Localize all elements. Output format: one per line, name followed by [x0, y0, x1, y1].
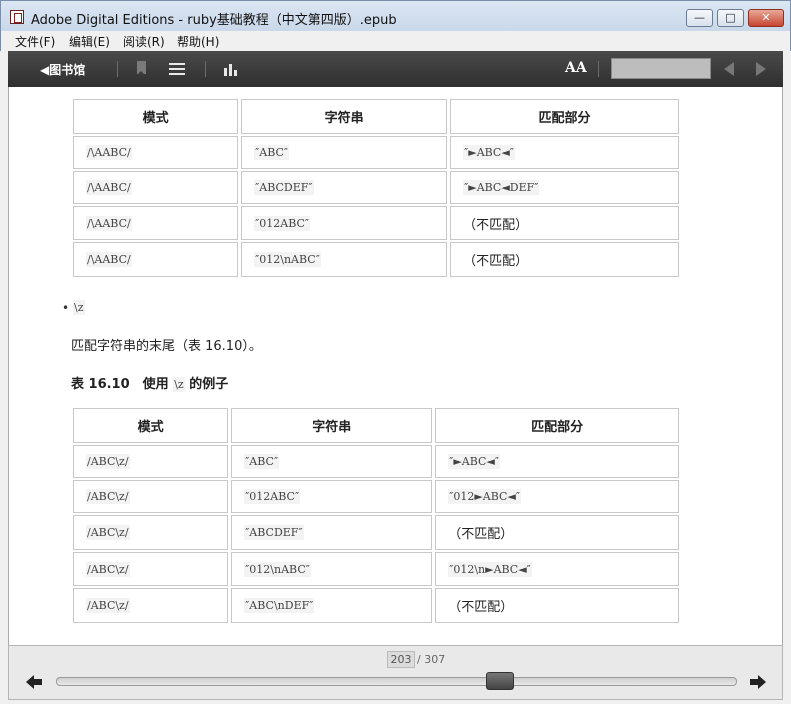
minimize-icon: — [694, 11, 705, 24]
page-slider-thumb[interactable] [486, 672, 514, 690]
column-header: 字符串 [231, 408, 433, 443]
toolbar-divider [598, 61, 599, 77]
table-caption: 表 16.10 使用 \z 的例子 [71, 373, 228, 392]
match-cell: ″012\n►ABC◄″ [435, 552, 679, 586]
search-input[interactable] [611, 58, 711, 79]
previous-page-icon[interactable] [25, 674, 43, 690]
menu-file[interactable]: 文件(F) [15, 33, 55, 50]
pattern-cell: /\AABC/ [73, 242, 239, 277]
column-header: 字符串 [241, 99, 448, 134]
current-page-field[interactable]: 203 [387, 651, 415, 668]
table-row: /ABC\z/ ″ABC″ ″►ABC◄″ [73, 445, 679, 478]
toolbar-divider [117, 61, 118, 77]
pattern-cell: /ABC\z/ [73, 552, 229, 586]
reading-stats-icon[interactable] [222, 59, 242, 79]
column-header: 匹配部分 [450, 99, 679, 134]
table-row: /\AABC/ ″ABCDEF″ ″►ABC◄DEF″ [73, 171, 679, 204]
pattern-cell: /ABC\z/ [73, 480, 229, 513]
bookmark-icon[interactable] [132, 59, 152, 79]
string-cell: ″ABCDEF″ [241, 171, 448, 204]
close-button[interactable]: ✕ [748, 9, 784, 27]
pattern-cell: /ABC\z/ [73, 588, 229, 623]
string-cell: ″012\nABC″ [241, 242, 448, 277]
pattern-cell: /ABC\z/ [73, 445, 229, 478]
table-header-row: 模式 字符串 匹配部分 [73, 408, 679, 443]
string-cell: ″ABC\nDEF″ [231, 588, 433, 623]
caption-prefix: 表 16.10 使用 [71, 377, 169, 392]
close-icon: ✕ [761, 11, 771, 24]
string-cell: ″012\nABC″ [231, 552, 433, 586]
maximize-button[interactable]: □ [717, 9, 744, 27]
pattern-cell: /\AABC/ [73, 136, 239, 169]
string-cell: ″ABCDEF″ [231, 515, 433, 550]
table-of-contents-icon[interactable] [167, 59, 187, 79]
menu-edit[interactable]: 编辑(E) [69, 33, 110, 50]
table-row: /ABC\z/ ″ABC\nDEF″ （不匹配） [73, 588, 679, 623]
table-16-9: 模式 字符串 匹配部分 /\AABC/ ″ABC″ ″►ABC◄″ /\AABC… [70, 97, 682, 279]
string-cell: ″ABC″ [231, 445, 433, 478]
minimize-button[interactable]: — [686, 9, 713, 27]
search-prev-icon[interactable] [724, 62, 734, 76]
bullet-code: \z [73, 300, 85, 315]
table-row: /\AABC/ ″ABC″ ″►ABC◄″ [73, 136, 679, 169]
string-cell: ″ABC″ [241, 136, 448, 169]
body-paragraph: 匹配字符串的末尾（表 16.10）。 [71, 339, 262, 354]
match-cell: ″►ABC◄″ [435, 445, 679, 478]
column-header: 模式 [73, 408, 229, 443]
window-title: Adobe Digital Editions - ruby基础教程（中文第四版）… [31, 13, 397, 28]
maximize-icon: □ [725, 11, 736, 24]
table-row: /ABC\z/ ″ABCDEF″ （不匹配） [73, 515, 679, 550]
match-cell: ″►ABC◄DEF″ [450, 171, 679, 204]
reading-pane: 模式 字符串 匹配部分 /\AABC/ ″ABC″ ″►ABC◄″ /\AABC… [8, 87, 783, 645]
bullet-mark: • [62, 301, 70, 315]
next-page-icon[interactable] [749, 674, 767, 690]
pattern-cell: /\AABC/ [73, 206, 239, 240]
pattern-cell: /ABC\z/ [73, 515, 229, 550]
table-row: /\AABC/ ″012ABC″ （不匹配） [73, 206, 679, 240]
menu-bar: 文件(F) 编辑(E) 阅读(R) 帮助(H) [0, 31, 791, 51]
caption-suffix: 的例子 [189, 377, 229, 392]
string-cell: ″012ABC″ [241, 206, 448, 240]
match-cell: （不匹配） [435, 588, 679, 623]
table-row: /ABC\z/ ″012\nABC″ ″012\n►ABC◄″ [73, 552, 679, 586]
total-pages: / 307 [417, 653, 446, 666]
title-bar: Adobe Digital Editions - ruby基础教程（中文第四版）… [0, 0, 791, 31]
match-cell: （不匹配） [435, 515, 679, 550]
search-next-icon[interactable] [756, 62, 766, 76]
match-cell: （不匹配） [450, 242, 679, 277]
font-size-button[interactable]: AA [565, 60, 587, 76]
page-slider-track[interactable] [56, 677, 737, 686]
table-16-10: 模式 字符串 匹配部分 /ABC\z/ ″ABC″ ″►ABC◄″ /ABC\z… [70, 406, 682, 625]
library-button[interactable]: ◀图书馆 [40, 61, 85, 78]
match-cell: （不匹配） [450, 206, 679, 240]
column-header: 模式 [73, 99, 239, 134]
table-header-row: 模式 字符串 匹配部分 [73, 99, 679, 134]
toolbar-divider [205, 61, 206, 77]
pattern-cell: /\AABC/ [73, 171, 239, 204]
page-navigation-bar: 203 / 307 [8, 645, 783, 700]
string-cell: ″012ABC″ [231, 480, 433, 513]
column-header: 匹配部分 [435, 408, 679, 443]
reader-toolbar: ◀图书馆 AA [8, 51, 783, 87]
match-cell: ″012►ABC◄″ [435, 480, 679, 513]
match-cell: ″►ABC◄″ [450, 136, 679, 169]
table-row: /\AABC/ ″012\nABC″ （不匹配） [73, 242, 679, 277]
table-row: /ABC\z/ ″012ABC″ ″012►ABC◄″ [73, 480, 679, 513]
app-icon [10, 10, 24, 24]
caption-code: \z [173, 377, 185, 392]
menu-help[interactable]: 帮助(H) [177, 33, 219, 50]
menu-read[interactable]: 阅读(R) [123, 33, 165, 50]
